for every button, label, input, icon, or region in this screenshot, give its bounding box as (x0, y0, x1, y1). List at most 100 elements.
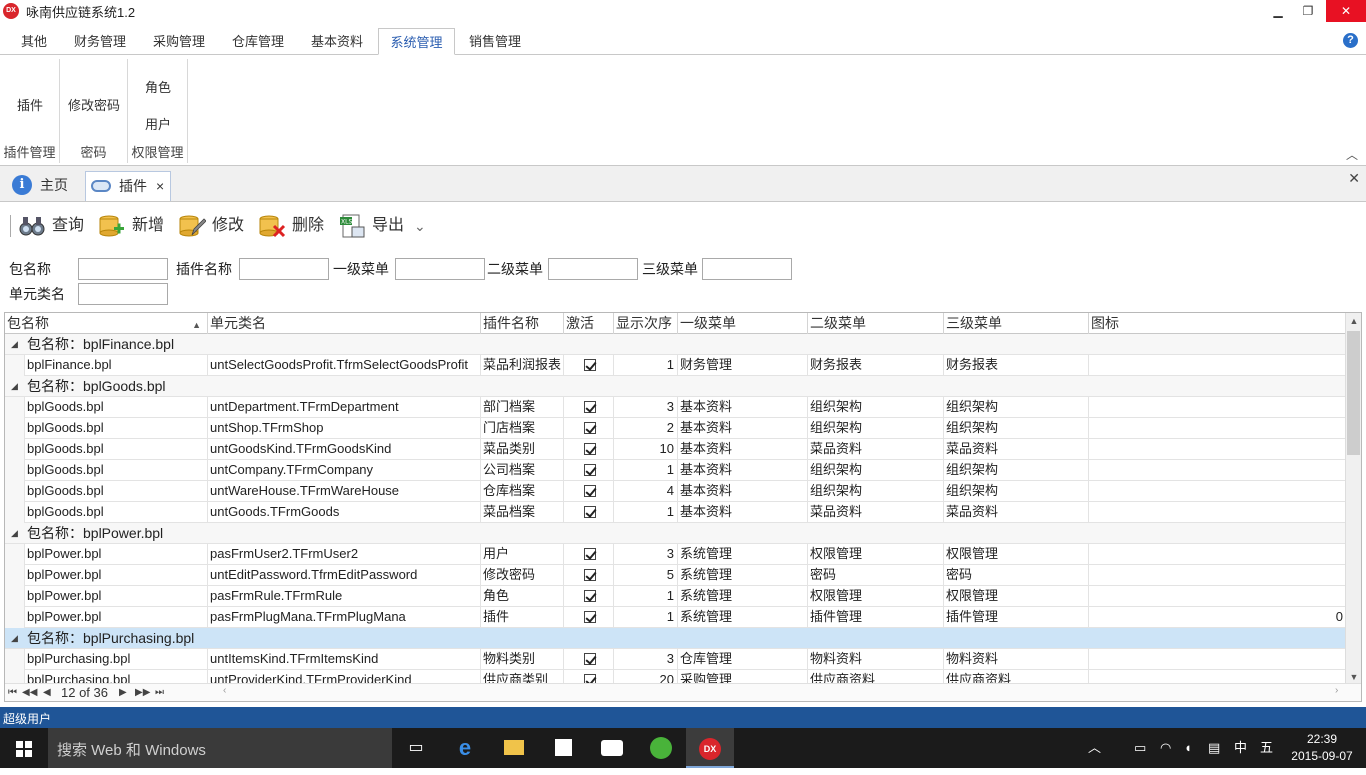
active-checkbox[interactable] (564, 355, 614, 376)
tab-system-management[interactable]: 系统管理 (378, 28, 455, 55)
start-button[interactable] (0, 728, 48, 768)
camera-icon[interactable] (588, 728, 636, 768)
tab-other[interactable]: 其他 (10, 28, 58, 55)
checkbox-checked-icon[interactable] (583, 443, 596, 455)
group-row[interactable]: ◢ 包名称：bplFinance.bpl (5, 334, 1347, 355)
next-record-icon[interactable]: ▶ (119, 685, 127, 701)
export-dropdown-icon[interactable]: ⌄ (414, 211, 430, 241)
active-checkbox[interactable] (564, 649, 614, 670)
group-row[interactable]: ◢ 包名称：bplGoods.bpl (5, 376, 1347, 397)
active-checkbox[interactable] (564, 460, 614, 481)
table-row[interactable]: bplFinance.bpl untSelectGoodsProfit.TfrmS… (5, 355, 1347, 376)
delete-button[interactable]: 删除 (258, 211, 330, 241)
input-method-icon[interactable]: 中 (1234, 728, 1247, 768)
close-tab-icon[interactable]: × (156, 172, 164, 200)
column-header-package[interactable]: 包名称 ▲ (5, 313, 208, 334)
role-button[interactable]: 角色 (128, 77, 188, 96)
last-record-icon[interactable]: ⏭ (155, 685, 164, 701)
menu1-input[interactable] (395, 258, 485, 280)
wifi-icon[interactable]: ◠ (1160, 728, 1171, 768)
column-header-active[interactable]: 激活 (564, 313, 614, 334)
active-checkbox[interactable] (564, 418, 614, 439)
table-row[interactable]: bplPurchasing.bpl untItemsKind.TFrmItemsK… (5, 649, 1347, 670)
system-clock[interactable]: 22:39 2015-09-07 (1286, 731, 1358, 765)
table-row[interactable]: bplGoods.bpl untCompany.TFrmCompany 公司档案 1 基… (5, 460, 1347, 481)
checkbox-checked-icon[interactable] (583, 401, 596, 413)
active-checkbox[interactable] (564, 586, 614, 607)
tab-warehouse[interactable]: 仓库管理 (222, 28, 294, 55)
menu2-input[interactable] (548, 258, 638, 280)
dx-app-icon[interactable]: DX (686, 728, 734, 768)
task-view-icon[interactable]: ▭ (392, 728, 440, 768)
table-row[interactable]: bplGoods.bpl untWareHouse.TFrmWareHouse 仓库… (5, 481, 1347, 502)
collapse-group-icon[interactable]: ◢ (11, 523, 18, 543)
help-icon[interactable]: ? (1343, 33, 1358, 48)
checkbox-checked-icon[interactable] (583, 590, 596, 602)
menu3-input[interactable] (702, 258, 792, 280)
input-mode-icon[interactable]: 五 (1260, 728, 1273, 768)
close-window-button[interactable]: ✕ (1326, 0, 1366, 22)
table-row[interactable]: bplPower.bpl untEditPassword.TfrmEditPass… (5, 565, 1347, 586)
volume-icon[interactable]: ◖ (1184, 728, 1192, 768)
column-header-plugin-name[interactable]: 插件名称 (481, 313, 564, 334)
collapse-group-icon[interactable]: ◢ (11, 334, 18, 354)
tab-purchase[interactable]: 采购管理 (143, 28, 215, 55)
collapse-group-icon[interactable]: ◢ (11, 628, 18, 648)
column-header-menu3[interactable]: 三级菜单 (944, 313, 1089, 334)
vertical-scrollbar[interactable]: ▲ ▼ (1345, 313, 1361, 685)
table-row[interactable]: bplPower.bpl pasFrmUser2.TFrmUser2 用户 3 系统管理… (5, 544, 1347, 565)
checkbox-checked-icon[interactable] (583, 359, 596, 371)
checkbox-checked-icon[interactable] (583, 569, 596, 581)
tab-basic-data[interactable]: 基本资料 (301, 28, 373, 55)
checkbox-checked-icon[interactable] (583, 506, 596, 518)
query-button[interactable]: 查询 (18, 211, 90, 241)
prev-page-icon[interactable]: ◀◀ (22, 685, 37, 701)
column-header-menu1[interactable]: 一级菜单 (678, 313, 808, 334)
checkbox-checked-icon[interactable] (583, 611, 596, 623)
table-row[interactable]: bplGoods.bpl untGoods.TFrmGoods 菜品档案 1 基本资料菜… (5, 502, 1347, 523)
export-button[interactable]: XLS 导出 (338, 211, 410, 241)
table-row[interactable]: bplPower.bpl pasFrmRule.TFrmRule 角色 1 系统管理 权限… (5, 586, 1347, 607)
tab-sales[interactable]: 销售管理 (459, 28, 531, 55)
edge-icon[interactable]: e (441, 728, 489, 768)
plugin-name-input[interactable] (239, 258, 329, 280)
active-checkbox[interactable] (564, 439, 614, 460)
checkbox-checked-icon[interactable] (583, 422, 596, 434)
active-checkbox[interactable] (564, 544, 614, 565)
action-center-icon[interactable]: ▤ (1208, 728, 1220, 768)
scroll-left-icon[interactable]: ‹ (223, 685, 226, 696)
column-header-order[interactable]: 显示次序 (614, 313, 678, 334)
package-name-input[interactable] (78, 258, 168, 280)
active-checkbox[interactable] (564, 397, 614, 418)
checkbox-checked-icon[interactable] (583, 464, 596, 476)
table-row[interactable]: bplPower.bpl pasFrmPlugMana.TFrmPlugMana 插… (5, 607, 1347, 628)
green-app-icon[interactable] (637, 728, 685, 768)
network-adapter-icon[interactable]: ▭ (1134, 728, 1146, 768)
checkbox-checked-icon[interactable] (583, 653, 596, 665)
active-checkbox[interactable] (564, 502, 614, 523)
collapse-ribbon-icon[interactable]: ︿ (1346, 146, 1358, 163)
prev-record-icon[interactable]: ◀ (43, 685, 51, 701)
table-row[interactable]: bplGoods.bpl untDepartment.TFrmDepartment… (5, 397, 1347, 418)
table-row[interactable]: bplGoods.bpl untGoodsKind.TFrmGoodsKind 菜品… (5, 439, 1347, 460)
group-row[interactable]: ◢ 包名称：bplPurchasing.bpl (5, 628, 1347, 649)
column-header-unit[interactable]: 单元类名 (208, 313, 481, 334)
column-header-menu2[interactable]: 二级菜单 (808, 313, 944, 334)
restore-button[interactable]: ❐ (1292, 0, 1324, 22)
unit-class-input[interactable] (78, 283, 168, 305)
plugin-button[interactable]: 插件 (0, 95, 60, 114)
checkbox-checked-icon[interactable] (583, 485, 596, 497)
add-button[interactable]: 新增 (98, 211, 170, 241)
tab-home[interactable]: i 主页 (4, 171, 78, 201)
column-header-icon[interactable]: 图标 (1089, 313, 1347, 334)
next-page-icon[interactable]: ▶▶ (135, 685, 150, 701)
change-password-button[interactable]: 修改密码 (60, 95, 128, 114)
active-checkbox[interactable] (564, 481, 614, 502)
taskbar-search-box[interactable]: 搜索 Web 和 Windows (48, 728, 392, 768)
file-explorer-icon[interactable] (490, 728, 538, 768)
scroll-thumb[interactable] (1347, 331, 1360, 455)
store-icon[interactable] (539, 728, 587, 768)
tab-plugin[interactable]: 插件 × (85, 171, 171, 201)
table-row[interactable]: bplGoods.bpl untShop.TFrmShop 门店档案 2 基本资料 组织架… (5, 418, 1347, 439)
active-checkbox[interactable] (564, 607, 614, 628)
